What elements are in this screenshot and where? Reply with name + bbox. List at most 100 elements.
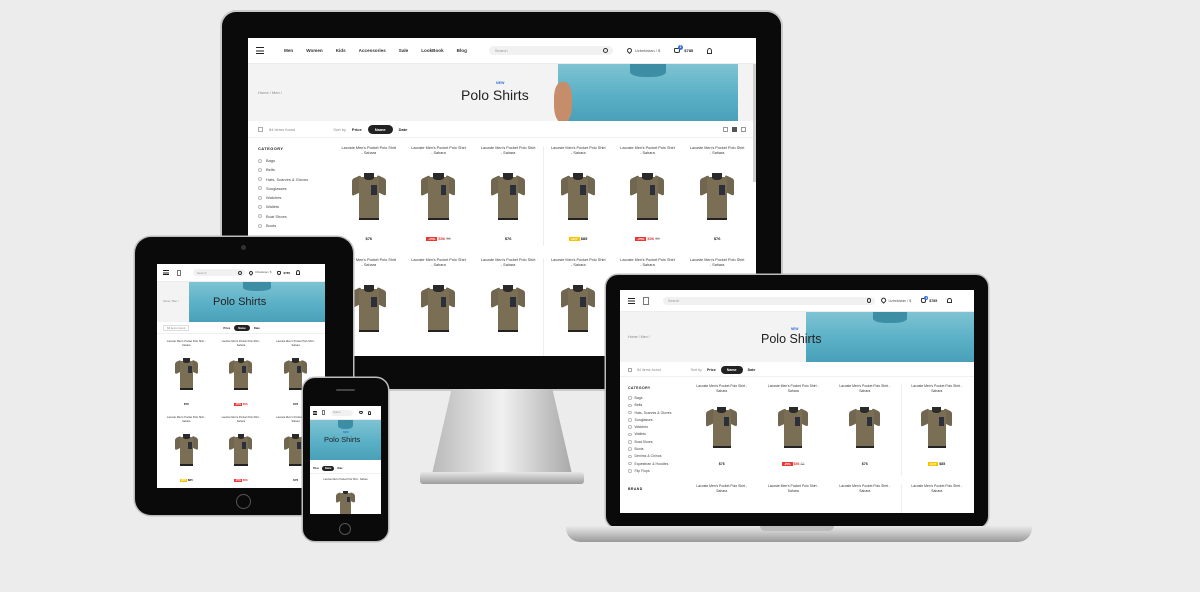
list-view-icon[interactable] xyxy=(732,127,737,132)
sort-price[interactable]: Price xyxy=(352,127,362,132)
product-image[interactable] xyxy=(351,282,387,332)
sort-name[interactable]: Name xyxy=(321,466,335,471)
account-icon[interactable] xyxy=(367,410,371,415)
menu-icon[interactable] xyxy=(163,270,169,275)
product-card[interactable]: Lacoste Men's Pocket Polo Shirt - Sahara xyxy=(404,258,474,356)
search-icon[interactable] xyxy=(238,270,242,275)
product-image[interactable] xyxy=(560,170,596,220)
product-name[interactable]: Lacoste Men's Pocket Polo Shirt - Sahara xyxy=(404,146,474,160)
nav-blog[interactable]: Blog xyxy=(457,48,467,53)
search-input[interactable]: Search xyxy=(331,409,353,416)
product-card[interactable]: Lacoste Men's Pocket Polo Shirt - Sahara… xyxy=(900,384,973,476)
product-image[interactable] xyxy=(849,404,881,448)
category-item[interactable]: Flip Flops xyxy=(628,469,684,473)
category-item[interactable]: Watches xyxy=(628,425,684,429)
product-card[interactable]: Lacoste Men's Pocket Polo Shirt - Sahara xyxy=(900,484,973,513)
category-item[interactable]: Hats, Scarves & Gloves xyxy=(258,177,328,182)
account-icon[interactable] xyxy=(707,47,713,54)
grid-view-icon[interactable] xyxy=(723,127,728,132)
scrollbar[interactable] xyxy=(753,64,756,182)
menu-icon[interactable] xyxy=(313,410,317,415)
product-image[interactable] xyxy=(420,170,456,220)
product-card[interactable]: Lacoste Men's Pocket Polo Shirt - Sahara… xyxy=(542,146,613,246)
product-image[interactable] xyxy=(777,404,809,448)
product-name[interactable]: Lacoste Men's Pocket Polo Shirt - Sahara xyxy=(214,340,269,349)
product-name[interactable]: Lacoste Men's Pocket Polo Shirt - Sahara xyxy=(544,258,613,272)
product-card[interactable]: Lacoste Men's Pocket Polo Shirt - Sahara… xyxy=(214,340,269,408)
sort-date[interactable]: Date xyxy=(748,368,756,372)
category-item[interactable]: Sunglasses xyxy=(628,418,684,422)
location-label[interactable]: Uzbekistan / $ xyxy=(635,48,660,53)
compact-view-icon[interactable] xyxy=(741,127,746,132)
category-item[interactable]: Equestrian & Hoodies xyxy=(628,462,684,466)
product-name[interactable]: Lacoste Men's Pocket Polo Shirt - Sahara xyxy=(316,478,375,485)
product-name[interactable]: Lacoste Men's Pocket Polo Shirt - Sahara xyxy=(758,384,830,396)
location-label[interactable]: Uzbekistan / $ xyxy=(889,299,912,303)
product-card[interactable]: Lacoste Men's Pocket Polo Shirt - Sahara… xyxy=(214,416,269,484)
product-name[interactable]: Lacoste Men's Pocket Polo Shirt - Sahara xyxy=(902,484,973,496)
product-image[interactable] xyxy=(420,282,456,332)
home-button[interactable] xyxy=(339,523,351,535)
cart-icon[interactable]: 1 xyxy=(921,296,929,303)
product-name[interactable]: Lacoste Men's Pocket Polo Shirt - Sahara xyxy=(829,384,901,396)
product-card[interactable]: Lacoste Men's Pocket Polo Shirt - Sahara xyxy=(758,484,830,513)
product-name[interactable]: Lacoste Men's Pocket Polo Shirt - Sahara xyxy=(544,146,613,160)
product-name[interactable]: Lacoste Men's Pocket Polo Shirt - Sahara xyxy=(473,258,543,272)
product-card[interactable]: Lacoste Men's Pocket Polo Shirt - Sahara… xyxy=(334,146,404,246)
sort-price[interactable]: Price xyxy=(707,368,716,372)
product-name[interactable]: Lacoste Men's Pocket Polo Shirt - Sahara xyxy=(682,258,752,272)
category-item[interactable]: Sunglasses xyxy=(258,186,328,191)
product-card[interactable]: Lacoste Men's Pocket Polo Shirt - Sahara… xyxy=(159,340,214,408)
sort-name[interactable]: Name xyxy=(234,324,250,331)
category-item[interactable]: Watches xyxy=(258,195,328,200)
cart-total[interactable]: $785 xyxy=(684,48,693,53)
product-card[interactable]: Lacoste Men's Pocket Polo Shirt - Sahara… xyxy=(758,384,830,476)
product-card[interactable]: Lacoste Men's Pocket Polo Shirt - Sahara… xyxy=(159,416,214,484)
category-item[interactable]: Boat Shoes xyxy=(628,440,684,444)
product-image[interactable] xyxy=(490,170,526,220)
cart-icon[interactable] xyxy=(277,270,282,275)
product-name[interactable]: Lacoste Men's Pocket Polo Shirt - Sahara xyxy=(758,484,830,496)
product-name[interactable]: Lacoste Men's Pocket Polo Shirt - Sahara xyxy=(268,340,323,349)
search-input[interactable]: Search xyxy=(488,46,613,55)
category-item[interactable]: Boots xyxy=(628,447,684,451)
product-card[interactable]: Lacoste Men's Pocket Polo Shirt - Sahara… xyxy=(682,146,752,246)
product-image[interactable] xyxy=(335,489,356,514)
product-image[interactable] xyxy=(490,282,526,332)
cart-total[interactable]: $785 xyxy=(283,271,290,275)
location-icon[interactable] xyxy=(880,297,887,304)
product-name[interactable]: Lacoste Men's Pocket Polo Shirt - Sahara xyxy=(214,416,269,425)
search-icon[interactable] xyxy=(602,48,608,53)
filter-icon[interactable] xyxy=(258,127,263,132)
product-name[interactable]: Lacoste Men's Pocket Polo Shirt - Sahara xyxy=(829,484,901,496)
product-image[interactable] xyxy=(921,404,953,448)
product-image[interactable] xyxy=(229,356,253,390)
location-icon[interactable] xyxy=(248,269,254,276)
product-card[interactable]: Lacoste Men's Pocket Polo Shirt - Sahara… xyxy=(829,384,901,476)
home-button[interactable] xyxy=(236,494,251,509)
sort-price[interactable]: Price xyxy=(223,326,230,330)
product-name[interactable]: Lacoste Men's Pocket Polo Shirt - Sahara xyxy=(404,258,474,272)
cart-icon[interactable]: 1 xyxy=(674,45,684,53)
nav-kids[interactable]: Kids xyxy=(336,48,346,53)
product-image[interactable] xyxy=(699,170,735,220)
product-card[interactable]: Lacoste Men's Pocket Polo Shirt - Sahara xyxy=(686,484,758,513)
product-name[interactable]: Lacoste Men's Pocket Polo Shirt - Sahara xyxy=(334,146,404,160)
product-name[interactable]: Lacoste Men's Pocket Polo Shirt - Sahara xyxy=(159,416,214,425)
product-name[interactable]: Lacoste Men's Pocket Polo Shirt - Sahara xyxy=(686,484,758,496)
category-item[interactable]: Wallets xyxy=(258,204,328,209)
category-item[interactable]: Boat Shoes xyxy=(258,214,328,219)
sort-date[interactable]: Date xyxy=(254,326,260,330)
product-image[interactable] xyxy=(560,282,596,332)
category-item[interactable]: Hats, Scarves & Gloves xyxy=(628,411,684,415)
product-image[interactable] xyxy=(174,432,198,466)
search-input[interactable]: Search xyxy=(663,296,875,305)
nav-sale[interactable]: Sale xyxy=(399,48,408,53)
category-item[interactable]: Boots xyxy=(258,223,328,228)
category-item[interactable]: Denims & Chinos xyxy=(628,454,684,458)
product-card[interactable]: Lacoste Men's Pocket Polo Shirt - Sahara… xyxy=(686,384,758,476)
nav-accessories[interactable]: Accessories xyxy=(359,48,386,53)
product-name[interactable]: Lacoste Men's Pocket Polo Shirt - Sahara xyxy=(159,340,214,349)
location-icon[interactable] xyxy=(625,46,633,55)
product-card[interactable]: Lacoste Men's Pocket Polo Shirt - Sahara… xyxy=(404,146,474,246)
